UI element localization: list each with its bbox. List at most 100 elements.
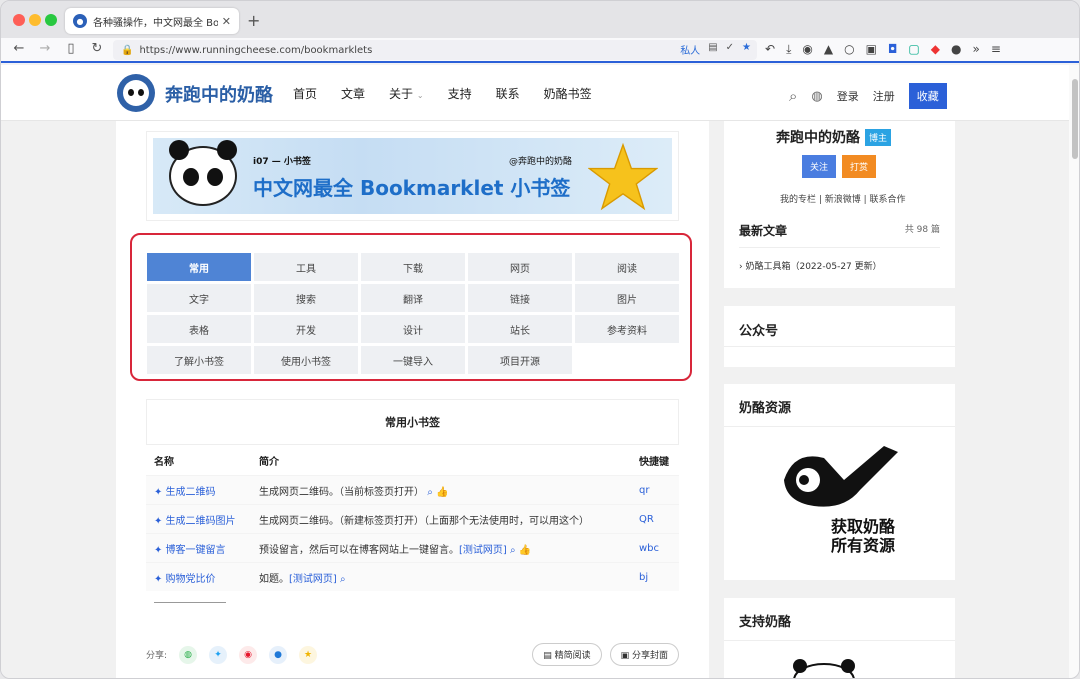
weibo-share-icon[interactable]: ◉ [239,645,258,664]
menu-item-about[interactable]: 关于 ⌄ [389,85,424,102]
follow-button[interactable]: 关注 [802,155,837,178]
category-tables[interactable]: 表格 [147,315,251,343]
category-images[interactable]: 图片 [575,284,679,312]
login-link[interactable]: 登录 [837,88,859,104]
bitwarden-icon[interactable]: ◘ [888,42,898,57]
category-text[interactable]: 文字 [147,284,251,312]
close-tab-icon[interactable]: ✕ [222,15,231,28]
category-search[interactable]: 搜索 [254,284,358,312]
minimize-window-button[interactable] [29,14,41,26]
chevron-down-icon: ⌄ [416,91,424,100]
panda-illustration [793,659,855,678]
support-title: 支持奶酪 [739,615,792,630]
back-icon[interactable]: ← [11,41,27,56]
category-links[interactable]: 链接 [468,284,572,312]
menu-item-articles[interactable]: 文章 [341,85,365,102]
row-key: QR [639,513,654,525]
maximize-window-button[interactable] [45,14,57,26]
reload-icon[interactable]: ↻ [89,41,105,56]
category-using-bookmarklets[interactable]: 使用小书签 [254,346,358,374]
category-one-click-import[interactable]: 一键导入 [361,346,465,374]
category-design[interactable]: 设计 [361,315,465,343]
menu-item-home[interactable]: 首页 [293,85,317,102]
reader-mode-button[interactable]: ▤ 精简阅读 [532,643,602,666]
bookmarklet-link[interactable]: ✦ 购物党比价 [146,570,259,585]
scrollbar[interactable] [1069,65,1079,678]
panda-icon[interactable]: ● [951,42,961,57]
latest-title: 最新文章 [739,224,788,238]
check-icon[interactable]: ✓ [726,42,734,57]
browser-window: ● 各种骚操作，中文网最全 Bookmarklet ✕ + ← → ▯ ↻ 🔒 … [0,0,1080,679]
star-icon [588,142,658,211]
private-label[interactable]: 私人 [680,42,700,57]
category-reading[interactable]: 阅读 [575,253,679,281]
new-tab-icon[interactable]: + [247,11,260,30]
twitter-share-icon[interactable]: ✦ [209,645,228,664]
bookmarklet-link[interactable]: ✦ 生成二维码图片 [146,512,259,527]
category-tools[interactable]: 工具 [254,253,358,281]
profile-links[interactable]: 我的专栏 | 新浪微博 | 联系合作 [780,192,906,205]
overflow-icon[interactable]: » [972,42,979,57]
qzone-share-icon[interactable]: ★ [299,645,318,664]
forward-icon[interactable]: → [37,41,53,56]
table-row: ✦ 博客一键留言 预设留言，然后可以在博客网站上一键留言。[测试网页] ⌕ 👍 … [146,533,679,562]
test-page-link[interactable]: [测试网页] [289,574,337,585]
category-webmaster[interactable]: 站长 [468,315,572,343]
register-link[interactable]: 注册 [873,88,895,104]
extension-icon[interactable]: ▣ [866,42,877,57]
undo-icon[interactable]: ↶ [765,42,775,57]
pocket-icon[interactable]: ◆ [931,42,940,57]
col-key: 快捷键 [639,457,669,468]
share-cover-button[interactable]: ▣ 分享封面 [609,643,679,666]
main-content: i07 — 小书签 @奔跑中的奶酪 中文网最全 Bookmarklet 小书签 … [116,121,709,678]
bookmarklet-link[interactable]: ✦ 生成二维码 [146,483,259,498]
category-translate[interactable]: 翻译 [361,284,465,312]
menu-icon[interactable]: ≡ [991,42,1001,57]
screenshot-icon[interactable]: ◉ [802,42,812,57]
bookmark-star-icon[interactable]: ★ [742,42,751,57]
circle-icon[interactable]: ○ [844,42,854,57]
wechat-icon[interactable]: ◍ [811,89,822,104]
wechat-card: 公众号 [724,306,955,367]
share-label: 分享: [146,651,168,661]
category-download[interactable]: 下载 [361,253,465,281]
share-bar: 分享: ◍ ✦ ◉ ● ★ ▤ 精简阅读 ▣ 分享封面 [146,643,679,666]
sidebar-icon[interactable]: ▯ [63,41,79,56]
favorite-button[interactable]: 收藏 [908,83,947,109]
qq-share-icon[interactable]: ● [269,645,288,664]
search-icon: ⌕ [340,573,346,585]
row-desc: 生成网页二维码。（当前标签页打开） ⌕ 👍 [259,486,449,498]
section-title: 常用小书签 [146,399,679,445]
save-icon[interactable]: ▢ [908,42,919,57]
category-about-bookmarklets[interactable]: 了解小书签 [147,346,251,374]
row-desc: 如题。[测试网页] ⌕ [259,573,346,585]
web-page: 奔跑中的奶酪 首页 文章 关于 ⌄ 支持 联系 奶酪书签 ⌕ ◍ 登录 注册 收… [1,65,1069,678]
tab-active[interactable]: ● 各种骚操作，中文网最全 Bookmarklet ✕ [65,8,239,34]
menu-item-contact[interactable]: 联系 [496,85,520,102]
search-icon[interactable]: ⌕ [789,87,797,105]
address-bar[interactable]: 🔒 https://www.runningcheese.com/bookmark… [113,40,757,60]
site-name[interactable]: 奔跑中的奶酪 [165,81,273,107]
site-logo[interactable] [117,74,155,112]
resource-text[interactable]: 获取奶酪 所有资源 [831,517,895,555]
download-icon[interactable]: ⤓ [786,42,791,57]
test-page-link[interactable]: [测试网页] [459,545,507,556]
latest-article[interactable]: › 奶酪工具箱（2022-05-27 更新） [739,259,882,272]
wechat-share-icon[interactable]: ◍ [179,645,198,664]
bookmarklet-table: 名称 简介 快捷键 ✦ 生成二维码 生成网页二维码。（当前标签页打开） ⌕ 👍 … [146,446,679,591]
category-common[interactable]: 常用 [147,253,251,281]
menu-item-support[interactable]: 支持 [448,85,472,102]
category-dev[interactable]: 开发 [254,315,358,343]
category-open-source[interactable]: 项目开源 [468,346,572,374]
reader-icon[interactable]: ▤ [708,42,717,57]
bookmarklet-link[interactable]: ✦ 博客一键留言 [146,541,259,556]
menu-item-bookmarks[interactable]: 奶酪书签 [544,85,592,102]
category-webpage[interactable]: 网页 [468,253,572,281]
tip-button[interactable]: 打赏 [842,155,877,178]
row-desc: 预设留言，然后可以在博客网站上一键留言。[测试网页] ⌕ 👍 [259,544,532,556]
close-window-button[interactable] [13,14,25,26]
table-row: ✦ 生成二维码图片 生成网页二维码。（新建标签页打开）（上面那个无法使用时，可以… [146,504,679,533]
rocket-icon[interactable]: ▲ [824,42,833,57]
category-reference[interactable]: 参考资料 [575,315,679,343]
lock-icon: 🔒 [121,44,134,56]
